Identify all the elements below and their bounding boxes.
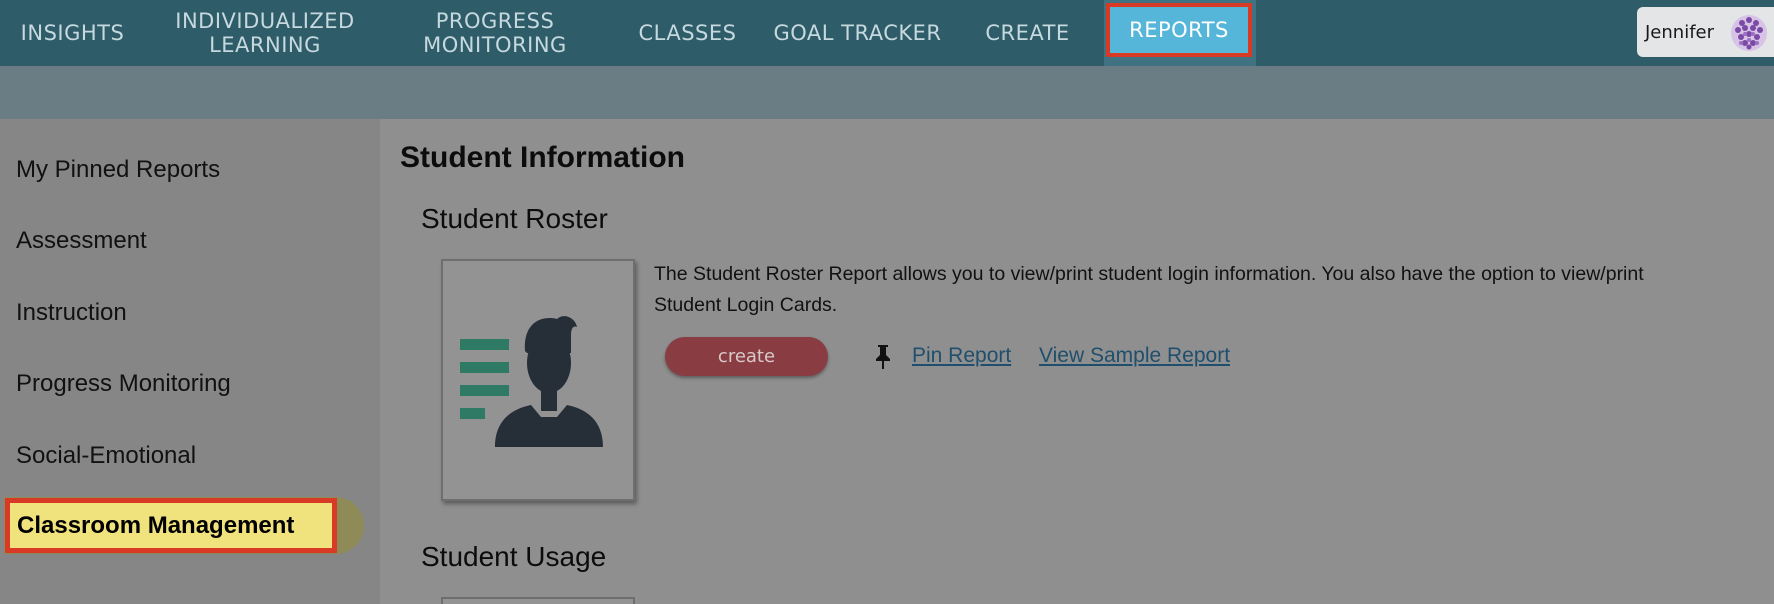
sub-header-band [0,66,1774,119]
view-sample-report-link[interactable]: View Sample Report [1039,344,1230,368]
avatar-icon [1731,15,1767,51]
user-menu[interactable]: Jennifer [1637,7,1774,57]
nav-progress-monitoring[interactable]: PROGRESS MONITORING [400,0,590,66]
sidebar-item-social-emotional[interactable]: Social-Emotional [16,436,196,476]
nav-insights[interactable]: INSIGHTS [10,0,135,66]
student-usage-thumbnail [441,597,635,604]
report-description: The Student Roster Report allows you to … [654,263,1644,316]
report-title-student-usage: Student Usage [421,541,607,572]
student-roster-thumbnail [441,259,635,501]
reports-content: Student Information Student Roster The S… [380,119,1774,604]
top-navigation: INSIGHTS INDIVIDUALIZED LEARNING PROGRES… [0,0,1774,66]
sidebar-item-progress-monitoring[interactable]: Progress Monitoring [16,364,231,404]
pin-icon[interactable] [874,344,892,370]
pin-report-link[interactable]: Pin Report [912,344,1011,368]
report-title-student-roster: Student Roster [421,203,608,234]
section-title: Student Information [400,141,685,174]
nav-reports[interactable]: REPORTS [1106,3,1252,57]
sidebar-item-classroom-management[interactable]: Classroom Management [5,498,337,553]
nav-goal-tracker[interactable]: GOAL TRACKER [765,0,950,66]
nav-individualized-learning[interactable]: INDIVIDUALIZED LEARNING [160,0,370,66]
sidebar-item-assessment[interactable]: Assessment [16,221,147,261]
nav-classes[interactable]: CLASSES [625,0,750,66]
sidebar-item-instruction[interactable]: Instruction [16,293,127,333]
nav-create[interactable]: CREATE [970,0,1085,66]
user-name: Jennifer [1645,21,1715,43]
sidebar-item-my-pinned-reports[interactable]: My Pinned Reports [16,150,220,190]
create-report-button[interactable]: create [665,337,828,376]
report-category-sidebar: My Pinned Reports Assessment Instruction… [0,119,380,604]
student-roster-icon [460,316,603,447]
